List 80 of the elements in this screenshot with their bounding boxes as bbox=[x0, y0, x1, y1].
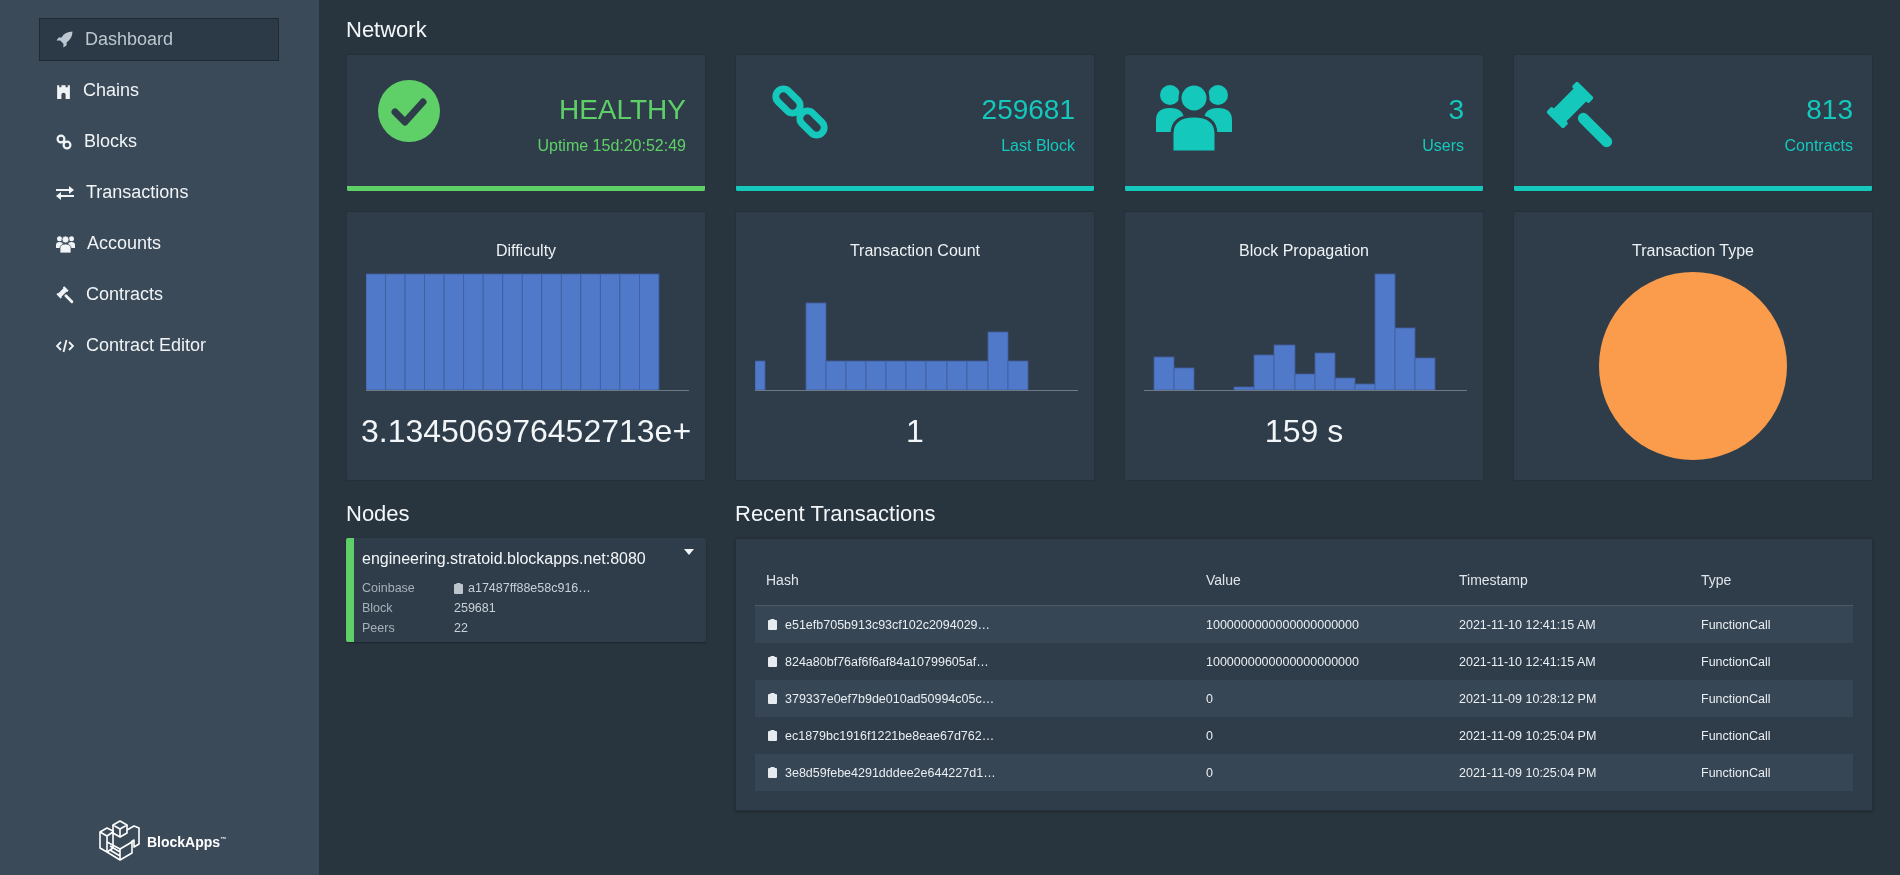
field-label: Peers bbox=[362, 620, 396, 637]
transaction-type: FunctionCall bbox=[1701, 617, 1771, 632]
sidebar-item[interactable]: Chains bbox=[39, 69, 279, 112]
users-icon bbox=[56, 234, 75, 253]
chart-value: 159 s bbox=[1264, 412, 1344, 450]
transaction-type: FunctionCall bbox=[1701, 691, 1771, 706]
chart-value: 1 bbox=[906, 412, 924, 450]
stat-label: Last Block bbox=[1001, 136, 1075, 156]
link-icon bbox=[56, 133, 72, 150]
column-header: Hash bbox=[765, 571, 800, 590]
sidebar-item[interactable]: Blocks bbox=[39, 120, 279, 163]
transaction-value: 1000000000000000000000 bbox=[1206, 654, 1359, 669]
node-host: engineering.stratoid.blockapps.net:8080 bbox=[362, 549, 646, 569]
transaction-value: 1000000000000000000000 bbox=[1206, 617, 1359, 632]
transaction-type: FunctionCall bbox=[1701, 728, 1771, 743]
clipboard-icon[interactable] bbox=[768, 767, 777, 778]
transaction-value: 0 bbox=[1206, 691, 1213, 706]
gavel-icon bbox=[1545, 80, 1615, 150]
transaction-timestamp: 2021-11-10 12:41:15 AM bbox=[1459, 654, 1596, 669]
histogram-bar bbox=[925, 360, 948, 391]
transaction-hash: 3e8d59febe4291dddee2e644227d1… bbox=[785, 765, 996, 780]
stat-value: 3 bbox=[1448, 93, 1464, 127]
histogram-bar bbox=[865, 360, 887, 391]
column-header: Type bbox=[1700, 571, 1733, 590]
exchange-arrows-icon bbox=[56, 185, 74, 200]
transaction-type: FunctionCall bbox=[1701, 765, 1771, 780]
code-icon bbox=[56, 338, 74, 353]
chart-title: Difficulty bbox=[495, 241, 557, 261]
chart-title: Transaction Type bbox=[1632, 241, 1754, 261]
field-value: a17487ff88e58c916… bbox=[468, 580, 591, 597]
sidebar-item[interactable]: Contract Editor bbox=[39, 324, 279, 367]
clipboard-icon[interactable] bbox=[768, 693, 777, 704]
histogram-bar bbox=[845, 360, 867, 391]
gavel-icon bbox=[56, 285, 74, 304]
tower-icon bbox=[56, 82, 71, 99]
rocket-icon bbox=[56, 31, 73, 48]
sidebar-item[interactable]: Dashboard bbox=[39, 18, 279, 61]
section-title: Network bbox=[346, 16, 428, 44]
clipboard-icon[interactable] bbox=[454, 582, 463, 594]
section-title: Nodes bbox=[346, 500, 411, 528]
stat-value: 813 bbox=[1806, 93, 1853, 127]
transaction-hash: e51efb705b913c93cf102c2094029… bbox=[785, 617, 991, 632]
column-header: Value bbox=[1205, 571, 1242, 590]
column-header: Timestamp bbox=[1458, 571, 1529, 590]
field-value: 259681 bbox=[454, 600, 496, 617]
sidebar-item[interactable]: Accounts bbox=[39, 222, 279, 265]
sidebar-item[interactable]: Transactions bbox=[39, 171, 279, 214]
transaction-timestamp: 2021-11-09 10:25:04 PM bbox=[1459, 765, 1597, 780]
transaction-value: 0 bbox=[1206, 728, 1213, 743]
stat-value: 259681 bbox=[981, 93, 1075, 127]
transaction-hash: ec1879bc1916f1221be8eae67d762… bbox=[785, 728, 995, 743]
stat-value: HEALTHY bbox=[558, 93, 686, 127]
histogram-bar bbox=[885, 360, 907, 391]
transaction-value: 0 bbox=[1206, 765, 1213, 780]
chart-title: Block Propagation bbox=[1239, 241, 1369, 261]
clipboard-icon[interactable] bbox=[768, 656, 777, 667]
transaction-hash: 379337e0ef7b9de010ad50994c05c… bbox=[785, 691, 995, 706]
chart-value: 3.134506976452713e+ bbox=[360, 412, 692, 450]
transaction-timestamp: 2021-11-10 12:41:15 AM bbox=[1459, 617, 1596, 632]
field-value: 22 bbox=[454, 620, 468, 637]
caret-icon[interactable] bbox=[684, 549, 694, 555]
field-label: Coinbase bbox=[362, 580, 416, 597]
histogram-bar bbox=[755, 360, 766, 391]
clipboard-icon[interactable] bbox=[768, 730, 777, 741]
histogram-bar bbox=[946, 360, 968, 391]
sidebar-item[interactable]: Contracts bbox=[39, 273, 279, 316]
logo-text: BlockApps$^{™}$ bbox=[147, 834, 227, 850]
clipboard-icon[interactable] bbox=[768, 619, 777, 630]
check-circle-icon bbox=[378, 80, 440, 142]
field-label: Block bbox=[362, 600, 394, 617]
stat-label: Contracts bbox=[1784, 136, 1853, 156]
chart-title: Transaction Count bbox=[849, 241, 981, 261]
transaction-hash: 824a80bf76af6f6af84a10799605af… bbox=[785, 654, 989, 669]
transaction-timestamp: 2021-11-09 10:28:12 PM bbox=[1459, 691, 1597, 706]
histogram-bar bbox=[905, 360, 927, 391]
transaction-type: FunctionCall bbox=[1701, 654, 1771, 669]
stat-label: Uptime 15d:20:52:49 bbox=[537, 136, 686, 156]
transaction-timestamp: 2021-11-09 10:25:04 PM bbox=[1459, 728, 1597, 743]
section-title: Recent Transactions bbox=[735, 500, 937, 528]
stat-label: Users bbox=[1422, 136, 1464, 156]
